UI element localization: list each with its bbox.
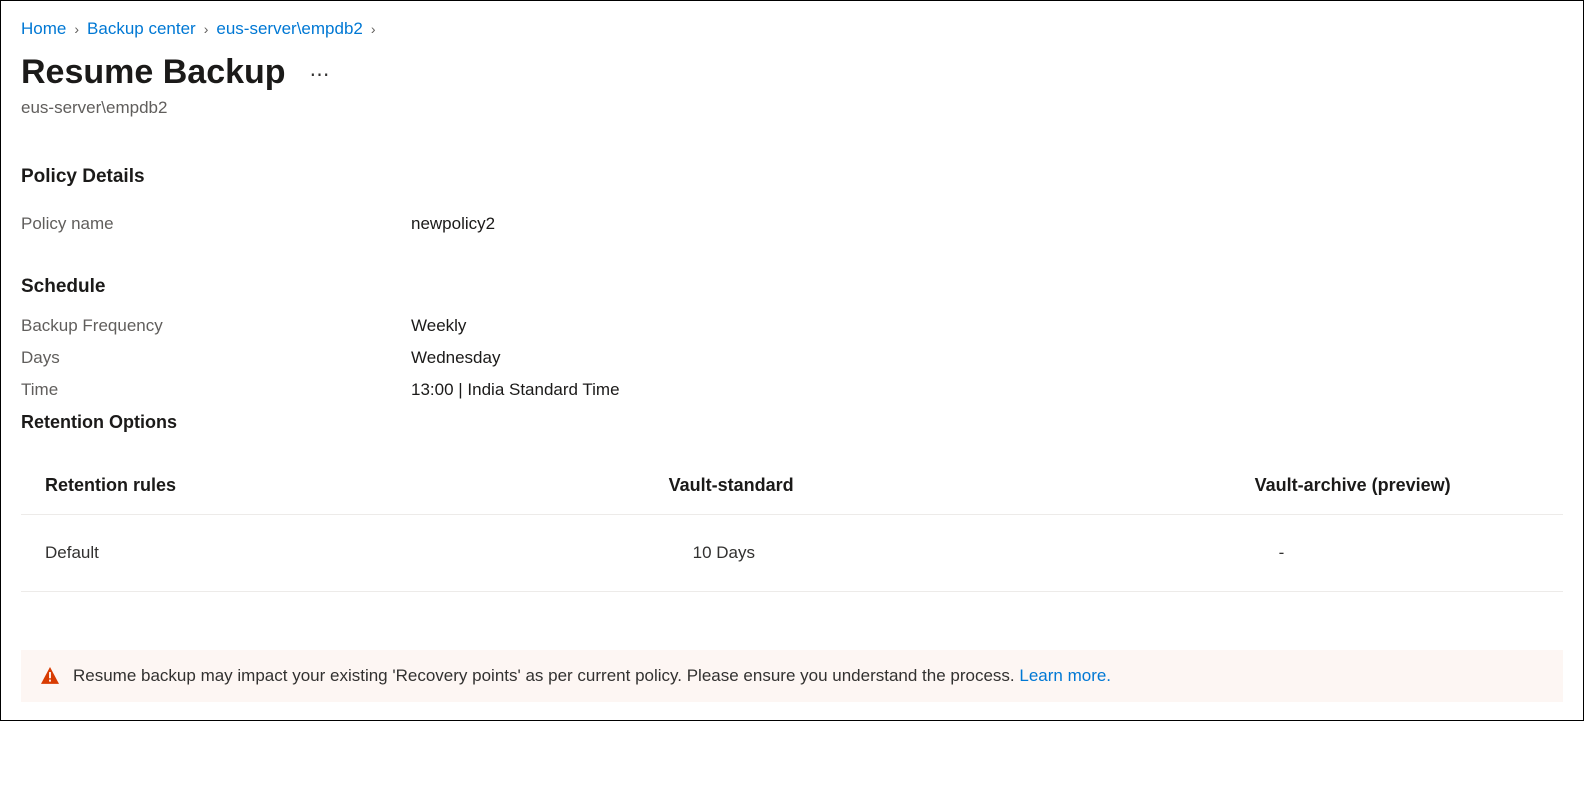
chevron-right-icon: › — [371, 21, 376, 37]
retention-table: Retention rules Vault-standard Vault-arc… — [21, 457, 1563, 592]
cell-standard: 10 Days — [669, 515, 1255, 592]
table-row: Default 10 Days - — [21, 515, 1563, 592]
days-value: Wednesday — [411, 348, 500, 368]
more-actions-button[interactable]: ⋯ — [306, 62, 335, 87]
breadcrumb-backup-center[interactable]: Backup center — [87, 19, 196, 39]
page-title: Resume Backup — [21, 53, 286, 92]
column-vault-standard: Vault-standard — [669, 457, 1255, 515]
schedule-heading: Schedule — [21, 276, 1563, 298]
page-subtitle: eus-server\empdb2 — [21, 98, 1563, 118]
time-value: 13:00 | India Standard Time — [411, 380, 620, 400]
table-header-row: Retention rules Vault-standard Vault-arc… — [21, 457, 1563, 515]
policy-name-value: newpolicy2 — [411, 214, 495, 234]
column-vault-archive: Vault-archive (preview) — [1255, 457, 1563, 515]
policy-name-row: Policy name newpolicy2 — [21, 214, 1563, 234]
policy-details-heading: Policy Details — [21, 166, 1563, 188]
cell-archive: - — [1255, 515, 1563, 592]
breadcrumb-home[interactable]: Home — [21, 19, 66, 39]
retention-options-heading: Retention Options — [21, 412, 1563, 433]
breadcrumb-resource[interactable]: eus-server\empdb2 — [216, 19, 362, 39]
cell-rule: Default — [21, 515, 669, 592]
backup-frequency-row: Backup Frequency Weekly — [21, 316, 1563, 336]
chevron-right-icon: › — [204, 21, 209, 37]
days-label: Days — [21, 348, 411, 368]
learn-more-link[interactable]: Learn more. — [1019, 666, 1111, 685]
page-header: Resume Backup ⋯ — [21, 53, 1563, 92]
column-retention-rules: Retention rules — [21, 457, 669, 515]
banner-text: Resume backup may impact your existing '… — [73, 666, 1111, 686]
backup-frequency-label: Backup Frequency — [21, 316, 411, 336]
info-banner: Resume backup may impact your existing '… — [21, 650, 1563, 702]
policy-name-label: Policy name — [21, 214, 411, 234]
warning-icon — [41, 667, 59, 685]
backup-frequency-value: Weekly — [411, 316, 466, 336]
time-row: Time 13:00 | India Standard Time — [21, 380, 1563, 400]
time-label: Time — [21, 380, 411, 400]
chevron-right-icon: › — [74, 21, 79, 37]
breadcrumb: Home › Backup center › eus-server\empdb2… — [21, 19, 1563, 39]
days-row: Days Wednesday — [21, 348, 1563, 368]
